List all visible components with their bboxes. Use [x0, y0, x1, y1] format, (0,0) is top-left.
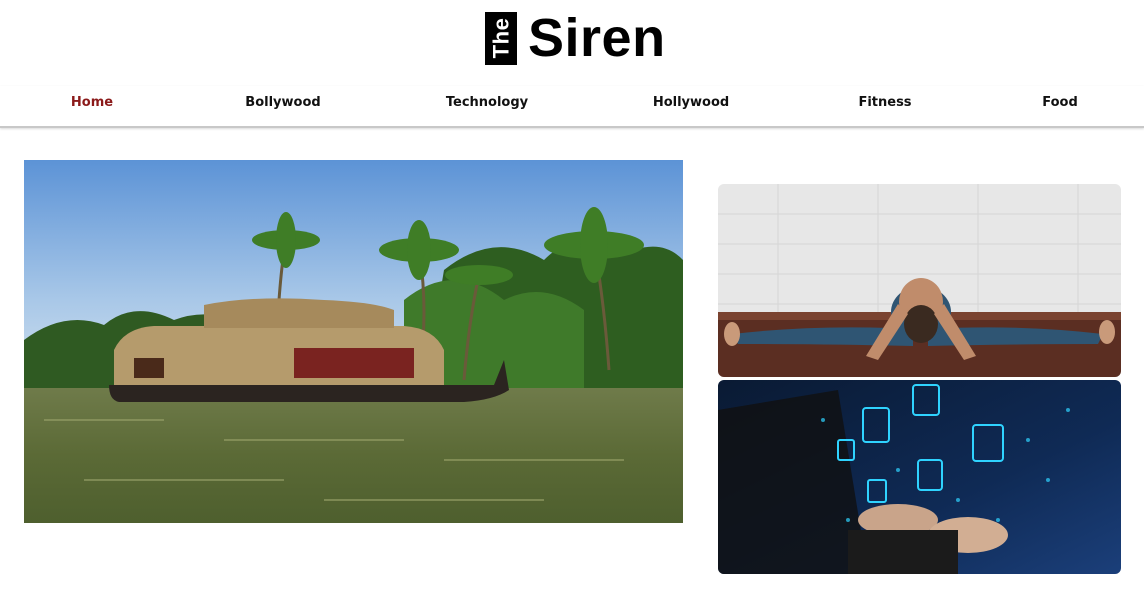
nav-item-food[interactable]: Food	[1042, 95, 1078, 110]
nav-item-hollywood[interactable]: Hollywood	[653, 95, 729, 110]
site-logo[interactable]: The Siren	[485, 10, 666, 66]
technology-article-image[interactable]	[718, 380, 1121, 574]
main-navigation: Home Bollywood Technology Hollywood Fitn…	[0, 86, 1144, 128]
fitness-article-image[interactable]	[718, 184, 1121, 377]
nav-item-bollywood[interactable]: Bollywood	[245, 95, 320, 110]
nav-item-technology[interactable]: Technology	[446, 95, 528, 110]
houseboat-image	[24, 160, 683, 523]
nav-item-home[interactable]: Home	[71, 95, 113, 110]
featured-article-image[interactable]	[24, 160, 683, 523]
nav-item-fitness[interactable]: Fitness	[858, 95, 911, 110]
logo-name: Siren	[528, 8, 666, 68]
cybersecurity-image	[718, 380, 1121, 574]
logo-badge-text: The	[488, 17, 513, 59]
logo-badge: The	[485, 11, 517, 65]
yoga-image	[718, 184, 1121, 377]
